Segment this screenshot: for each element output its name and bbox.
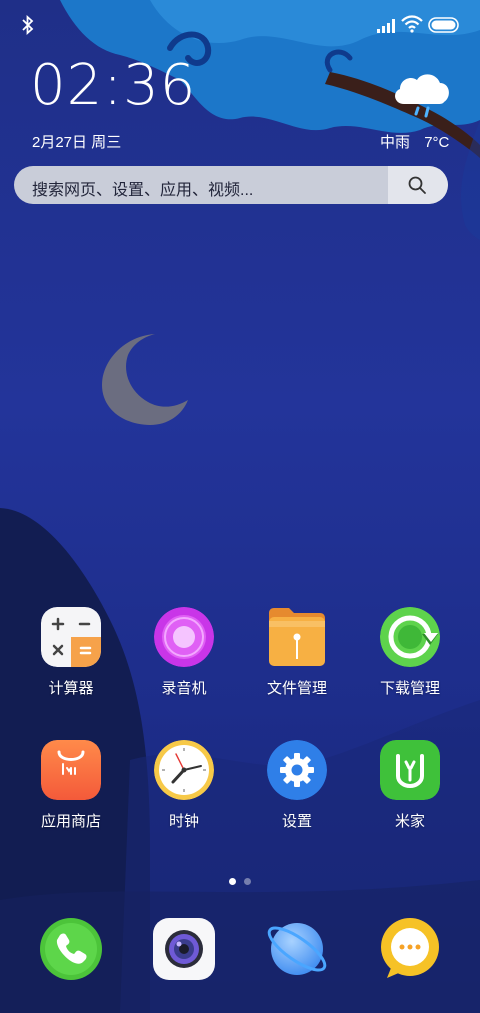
app-download-manager[interactable]: 下载管理 <box>355 607 465 717</box>
clock-date: 2月27日 周三 <box>32 134 122 151</box>
app-store[interactable]: 应用商店 <box>16 740 126 850</box>
wifi-icon <box>401 15 423 33</box>
rain-cloud-icon[interactable] <box>388 70 454 120</box>
search-input[interactable]: 搜索网页、设置、应用、视频... <box>32 176 253 200</box>
app-clock[interactable]: 时钟 <box>129 740 239 850</box>
mijia-icon <box>380 740 440 800</box>
browser-icon[interactable] <box>266 918 328 980</box>
app-label: 米家 <box>394 813 425 830</box>
app-recorder[interactable]: 录音机 <box>129 607 239 717</box>
bluetooth-icon <box>22 14 34 36</box>
phone-icon[interactable] <box>40 918 102 980</box>
messages-icon[interactable] <box>379 918 441 980</box>
clock-icon <box>154 740 214 800</box>
signal-icon <box>377 19 395 33</box>
wallpaper-moon <box>102 334 188 425</box>
search-button[interactable] <box>388 166 448 204</box>
calculator-icon <box>41 607 101 667</box>
status-bar <box>0 0 480 50</box>
download-manager-icon <box>380 607 440 667</box>
app-label: 设置 <box>281 813 312 830</box>
app-label: 下载管理 <box>379 680 440 697</box>
page-dot-active <box>229 878 236 885</box>
clock-time[interactable]: 02:36 <box>30 58 196 114</box>
app-mijia[interactable]: 米家 <box>355 740 465 850</box>
weather-condition: 中雨 <box>380 134 411 151</box>
app-label: 计算器 <box>48 680 94 697</box>
file-manager-icon <box>269 608 325 666</box>
app-file-manager[interactable]: 文件管理 <box>242 607 352 717</box>
battery-icon <box>428 17 459 33</box>
weather-summary[interactable]: 中雨 7°C <box>380 131 449 152</box>
app-label: 应用商店 <box>40 813 101 830</box>
settings-icon <box>267 740 327 800</box>
page-dot <box>244 878 251 885</box>
page-indicator[interactable] <box>225 872 255 890</box>
app-label: 文件管理 <box>266 680 327 697</box>
app-label: 时钟 <box>168 813 199 830</box>
recorder-icon <box>154 607 214 667</box>
search-bar[interactable]: 搜索网页、设置、应用、视频... <box>14 166 448 204</box>
app-settings[interactable]: 设置 <box>242 740 352 850</box>
app-label: 录音机 <box>161 680 207 697</box>
app-calculator[interactable]: 计算器 <box>16 607 126 717</box>
weather-temperature: 7°C <box>424 134 450 151</box>
search-icon <box>408 176 426 194</box>
camera-icon[interactable] <box>153 918 215 980</box>
app-store-icon <box>41 740 101 800</box>
